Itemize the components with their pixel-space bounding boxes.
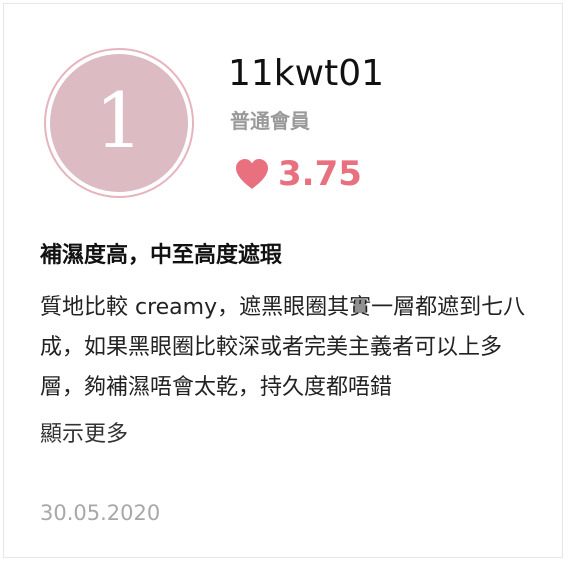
- review-date: 30.05.2020: [40, 501, 161, 525]
- rating: 3.75: [234, 154, 362, 194]
- user-rank-avatar: 1: [44, 48, 194, 198]
- review-body: 質地比較 creamy，遮黑眼圈其實一層都遮到七八成，如果黑眼圈比較深或者完美主…: [40, 295, 526, 400]
- member-level: 普通會員: [230, 109, 310, 133]
- rating-value: 3.75: [278, 154, 362, 194]
- rank-number: 1: [94, 76, 144, 165]
- heart-icon: [236, 159, 268, 189]
- review-title: 補濕度高，中至高度遮瑕: [40, 243, 283, 268]
- avatar-circle: 1: [50, 54, 188, 192]
- review-card: 1 11kwt01 普通會員 3.75 補濕度高，中至高度遮瑕 質地比較 cre…: [3, 3, 563, 558]
- username[interactable]: 11kwt01: [228, 52, 384, 96]
- show-more-link[interactable]: 顯示更多: [40, 418, 128, 452]
